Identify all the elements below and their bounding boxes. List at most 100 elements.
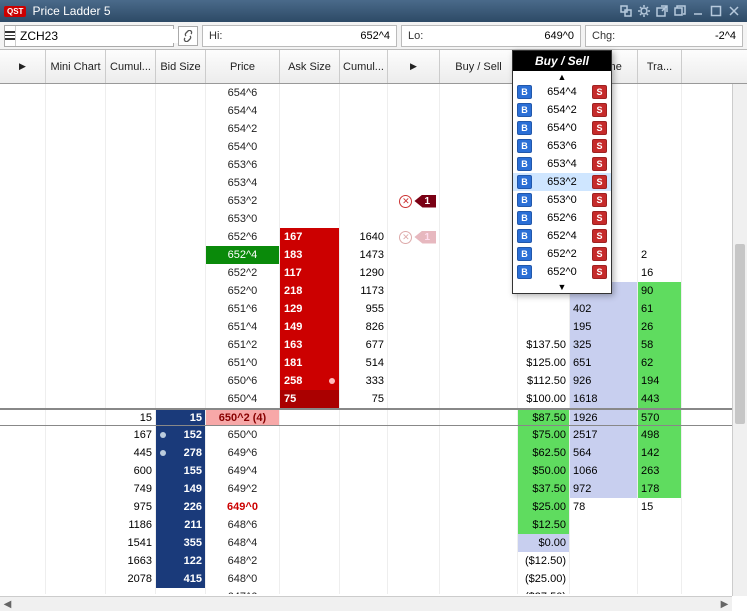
row-expand-left[interactable] [0,300,46,318]
col-trades[interactable]: Tra... [638,50,682,83]
buy-button[interactable]: B [517,157,532,171]
price-cell[interactable]: 650^2 (4) [206,410,280,425]
row-expand-left[interactable] [0,570,46,588]
row-expand-left[interactable] [0,390,46,408]
row-expand-left[interactable] [0,372,46,390]
col-expand-right[interactable]: ▶ [388,50,440,83]
buy-sell-cell[interactable] [440,120,518,138]
sell-button[interactable]: S [592,121,607,135]
row-expand-left[interactable] [0,192,46,210]
row-expand-left[interactable] [0,498,46,516]
row-expand-left[interactable] [0,102,46,120]
row-expand-left[interactable] [0,282,46,300]
price-cell[interactable]: 654^0 [206,138,280,156]
col-buy-sell[interactable]: Buy / Sell [440,50,518,83]
buy-sell-cell[interactable] [440,354,518,372]
price-cell[interactable]: 651^0 [206,354,280,372]
sell-button[interactable]: S [592,193,607,207]
buy-sell-cell[interactable] [440,462,518,480]
buy-sell-cell[interactable] [440,210,518,228]
ask-size-cell[interactable]: 75 [280,390,340,408]
buy-sell-cell[interactable] [440,588,518,594]
row-expand-left[interactable] [0,444,46,462]
gear-icon[interactable] [635,3,653,19]
buy-sell-cell[interactable] [440,390,518,408]
price-cell[interactable]: 649^2 [206,480,280,498]
restore-icon[interactable] [671,3,689,19]
price-cell[interactable]: 653^6 [206,156,280,174]
bs-scroll-down[interactable]: ▼ [513,281,611,293]
price-cell[interactable]: 653^4 [206,174,280,192]
sell-button[interactable]: S [592,103,607,117]
sell-button[interactable]: S [592,229,607,243]
hscroll-right[interactable]: ▶ [717,599,732,610]
col-expand-left[interactable]: ▶ [0,50,46,83]
buy-sell-cell[interactable] [440,516,518,534]
row-expand-left[interactable] [0,120,46,138]
price-cell[interactable]: 652^2 [206,264,280,282]
order-count-flag[interactable]: 1 [414,195,436,208]
bid-size-cell[interactable]: 278 [156,444,206,462]
buy-button[interactable]: B [517,211,532,225]
buy-sell-cell[interactable] [440,228,518,246]
bid-size-cell[interactable]: 149 [156,480,206,498]
row-expand-left[interactable] [0,552,46,570]
buy-button[interactable]: B [517,247,532,261]
bs-scroll-up[interactable]: ▲ [513,71,611,83]
col-price[interactable]: Price [206,50,280,83]
ask-size-cell[interactable]: 218 [280,282,340,300]
buy-button[interactable]: B [517,85,532,99]
buy-sell-cell[interactable] [440,282,518,300]
buy-sell-cell[interactable] [440,410,518,425]
price-cell[interactable]: 653^0 [206,210,280,228]
buy-sell-cell[interactable] [440,192,518,210]
row-expand-left[interactable] [0,534,46,552]
buy-sell-cell[interactable] [440,84,518,102]
price-cell[interactable]: 654^2 [206,120,280,138]
symbol-input[interactable] [16,29,179,43]
price-cell[interactable]: 651^4 [206,318,280,336]
price-cell[interactable]: 650^0 [206,426,280,444]
row-expand-left[interactable] [0,516,46,534]
buy-sell-cell[interactable] [440,480,518,498]
buy-sell-cell[interactable] [440,300,518,318]
ask-size-cell[interactable]: 167 [280,228,340,246]
row-expand-left[interactable] [0,138,46,156]
hscroll-left[interactable]: ◀ [0,599,15,610]
row-expand-left[interactable] [0,228,46,246]
bid-size-cell[interactable]: 15 [156,410,206,425]
bid-size-cell[interactable]: 122 [156,552,206,570]
ask-size-cell[interactable]: 163 [280,336,340,354]
sell-button[interactable]: S [592,211,607,225]
bid-size-cell[interactable]: 226 [156,498,206,516]
ask-size-cell[interactable]: 258 [280,372,340,390]
row-expand-left[interactable] [0,354,46,372]
col-cumul-ask[interactable]: Cumul... [340,50,388,83]
link-icon[interactable] [617,3,635,19]
popout-icon[interactable] [653,3,671,19]
bid-size-cell[interactable]: 152 [156,426,206,444]
sell-button[interactable]: S [592,247,607,261]
sell-button[interactable]: S [592,265,607,279]
row-expand-left[interactable] [0,462,46,480]
horizontal-scrollbar[interactable]: ◀ ▶ [0,596,732,611]
col-cumul-bid[interactable]: Cumul... [106,50,156,83]
price-cell[interactable]: 650^4 [206,390,280,408]
buy-sell-cell[interactable] [440,498,518,516]
vertical-scrollbar[interactable] [732,84,747,596]
row-expand-left[interactable] [0,588,46,594]
price-cell[interactable]: 652^6 [206,228,280,246]
price-cell[interactable]: 654^6 [206,84,280,102]
buy-sell-cell[interactable] [440,246,518,264]
buy-button[interactable]: B [517,121,532,135]
price-cell[interactable]: 648^6 [206,516,280,534]
price-cell[interactable]: 648^2 [206,552,280,570]
price-cell[interactable]: 647^6 [206,588,280,594]
buy-sell-cell[interactable] [440,138,518,156]
buy-sell-cell[interactable] [440,372,518,390]
cancel-order-icon[interactable]: ✕ [399,195,412,208]
row-expand-left[interactable] [0,426,46,444]
price-cell[interactable]: 654^4 [206,102,280,120]
buy-button[interactable]: B [517,193,532,207]
buy-sell-cell[interactable] [440,444,518,462]
